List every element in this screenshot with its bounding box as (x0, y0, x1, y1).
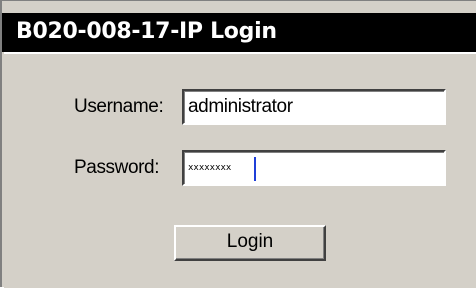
text-caret (254, 157, 256, 181)
username-label: Username: (74, 96, 164, 117)
login-window: B020-008-17-IP Login Username: administr… (0, 0, 476, 288)
window-top-strip (2, 1, 476, 13)
window-title: B020-008-17-IP Login (16, 19, 277, 44)
login-panel: Username: administrator Password: xxxxxx… (4, 52, 476, 288)
password-value: xxxxxxxx (188, 163, 232, 173)
username-value: administrator (188, 96, 293, 117)
title-bar: B020-008-17-IP Login (2, 13, 476, 52)
password-field[interactable]: xxxxxxxx (182, 150, 446, 186)
password-label: Password: (74, 157, 160, 178)
username-field[interactable]: administrator (182, 89, 446, 125)
login-button[interactable]: Login (174, 225, 326, 261)
